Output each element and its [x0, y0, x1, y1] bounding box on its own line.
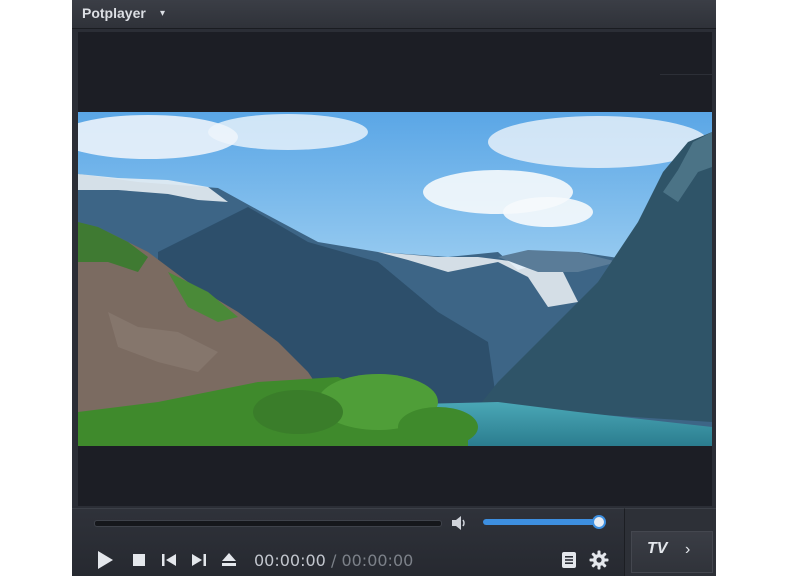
volume-slider[interactable]: [483, 515, 606, 529]
playlist-icon[interactable]: [558, 549, 580, 571]
title-bar[interactable]: Potplayer ▾: [72, 0, 716, 29]
tv-button[interactable]: [631, 531, 713, 573]
panel-divider: [660, 74, 712, 75]
speaker-icon[interactable]: [450, 515, 470, 531]
video-frame: [78, 112, 712, 446]
volume-level-fill: [483, 519, 599, 525]
seek-bar[interactable]: [94, 520, 442, 527]
time-separator: /: [330, 551, 337, 570]
potplayer-window: Potplayer ▾ 00:00:00 / 00:00:00 TV ›: [72, 0, 716, 576]
play-icon[interactable]: [94, 549, 116, 571]
time-display: 00:00:00 / 00:00:00: [254, 551, 413, 570]
skip-next-icon[interactable]: [188, 549, 210, 571]
gear-icon[interactable]: [588, 549, 610, 571]
app-title[interactable]: Potplayer: [82, 5, 146, 21]
tv-panel: TV ›: [624, 508, 716, 576]
total-duration: 00:00:00: [341, 551, 414, 570]
current-position: 00:00:00: [254, 551, 326, 570]
app-menu-caret-icon[interactable]: ▾: [160, 8, 165, 19]
video-area[interactable]: [78, 32, 712, 506]
skip-previous-icon[interactable]: [158, 549, 180, 571]
volume-knob[interactable]: [592, 515, 606, 529]
control-bar: 00:00:00 / 00:00:00: [72, 508, 624, 576]
stop-icon[interactable]: [128, 549, 150, 571]
tv-button-label[interactable]: TV: [647, 540, 667, 558]
chevron-right-icon[interactable]: ›: [685, 541, 690, 559]
eject-icon[interactable]: [218, 549, 240, 571]
